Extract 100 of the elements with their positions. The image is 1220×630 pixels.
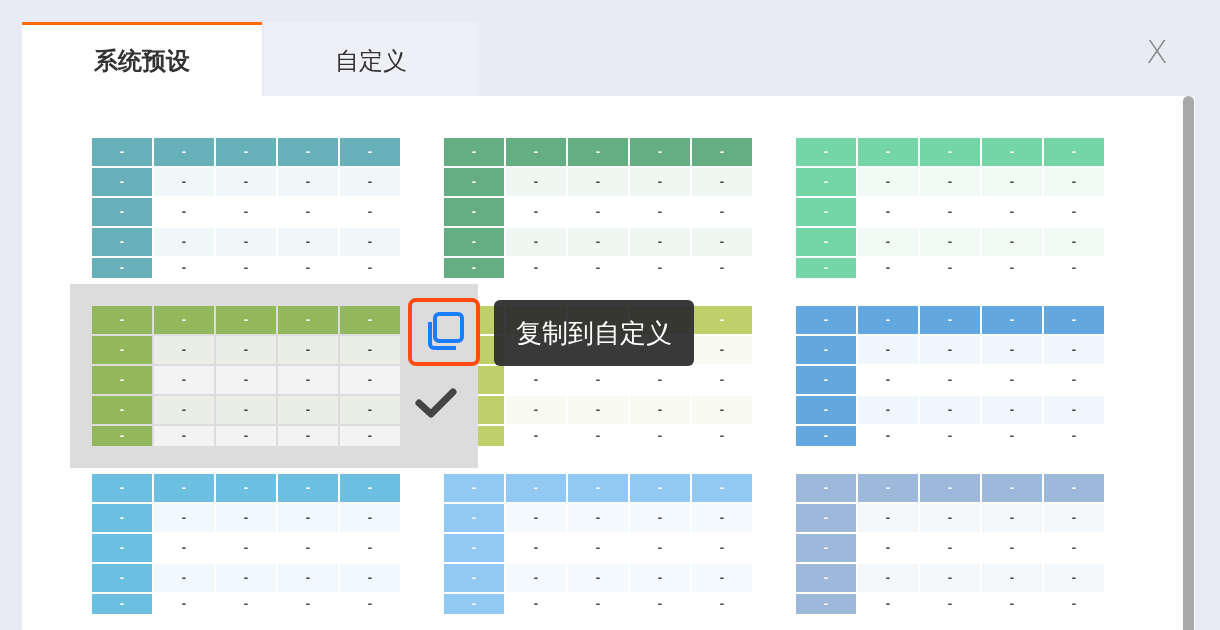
header-cell: -	[858, 138, 918, 166]
table-cell: -	[216, 168, 276, 196]
table-cell: -	[278, 564, 338, 592]
table-cell: -	[216, 366, 276, 394]
header-cell: -	[340, 306, 400, 334]
header-cell: -	[444, 564, 504, 592]
header-cell: -	[858, 474, 918, 502]
header-cell: -	[154, 474, 214, 502]
table-cell: -	[630, 228, 690, 256]
header-cell: -	[796, 198, 856, 226]
tab[interactable]: 系统预设	[22, 22, 262, 96]
table-cell: -	[340, 426, 400, 446]
header-cell: -	[444, 504, 504, 532]
header-cell: -	[796, 594, 856, 614]
header-cell: -	[92, 564, 152, 592]
preset-table[interactable]: - - - - - - - - - - - - - - - - - - - - - - - - -	[796, 138, 1104, 278]
table-cell: -	[630, 564, 690, 592]
table-cell: -	[216, 228, 276, 256]
table-cell: -	[506, 504, 566, 532]
header-cell: -	[796, 336, 856, 364]
table-cell: -	[1044, 396, 1104, 424]
header-cell: -	[858, 306, 918, 334]
header-cell: -	[982, 474, 1042, 502]
table-cell: -	[340, 504, 400, 532]
table-cell: -	[568, 564, 628, 592]
header-cell: -	[796, 138, 856, 166]
table-cell: -	[506, 228, 566, 256]
header-cell: -	[692, 306, 752, 334]
header-cell: -	[444, 198, 504, 226]
header-cell: -	[796, 426, 856, 446]
header-cell: -	[92, 396, 152, 424]
table-cell: -	[154, 336, 214, 364]
table-cell: -	[568, 396, 628, 424]
check-icon[interactable]	[414, 386, 458, 420]
header-cell: -	[1044, 474, 1104, 502]
header-cell: -	[92, 258, 152, 278]
table-cell: -	[1044, 228, 1104, 256]
table-cell: -	[216, 564, 276, 592]
header-cell: -	[92, 306, 152, 334]
table-cell: -	[920, 228, 980, 256]
table-cell: -	[630, 168, 690, 196]
preset-table[interactable]: - - - - - - - - - - - - - - - - - - - - - - - - -	[92, 474, 400, 614]
header-cell: -	[568, 474, 628, 502]
header-cell: -	[568, 138, 628, 166]
table-cell: -	[920, 336, 980, 364]
header-cell: -	[444, 168, 504, 196]
table-cell: -	[154, 396, 214, 424]
header-cell: -	[982, 138, 1042, 166]
table-cell: -	[278, 336, 338, 364]
table-cell: -	[692, 168, 752, 196]
table-cell: -	[982, 504, 1042, 532]
header-cell: -	[692, 474, 752, 502]
header-cell: -	[506, 138, 566, 166]
header-cell: -	[630, 474, 690, 502]
table-cell: -	[630, 396, 690, 424]
header-cell: -	[92, 138, 152, 166]
preset-table[interactable]: - - - - - - - - - - - - - - - - - - - - - - - - -	[92, 306, 400, 446]
header-cell: -	[796, 564, 856, 592]
scrollbar-thumb[interactable]	[1183, 96, 1194, 630]
header-cell: -	[796, 474, 856, 502]
tab[interactable]: 自定义	[264, 22, 478, 96]
table-cell: -	[692, 336, 752, 364]
table-cell: -	[216, 396, 276, 424]
table-cell: -	[858, 504, 918, 532]
copy-button[interactable]	[408, 298, 480, 366]
preset-table[interactable]: - - - - - - - - - - - - - - - - - - - - - - - - -	[92, 138, 400, 278]
table-cell: -	[692, 504, 752, 532]
header-cell: -	[982, 306, 1042, 334]
table-cell: -	[630, 504, 690, 532]
header-cell: -	[154, 306, 214, 334]
header-cell: -	[92, 168, 152, 196]
table-cell: -	[278, 168, 338, 196]
table-cell: -	[154, 366, 214, 394]
header-cell: -	[920, 306, 980, 334]
header-cell: -	[444, 258, 504, 278]
table-cell: -	[920, 504, 980, 532]
table-cell: -	[278, 396, 338, 424]
header-cell: -	[92, 534, 152, 562]
table-cell: -	[154, 564, 214, 592]
preset-table[interactable]: - - - - - - - - - - - - - - - - - - - - - - - - -	[796, 474, 1104, 614]
header-cell: -	[92, 426, 152, 446]
header-cell: -	[796, 396, 856, 424]
header-cell: -	[506, 474, 566, 502]
table-cell: -	[920, 564, 980, 592]
table-cell: -	[340, 366, 400, 394]
header-cell: -	[1044, 306, 1104, 334]
table-cell: -	[278, 228, 338, 256]
table-cell: -	[568, 504, 628, 532]
table-cell: -	[506, 168, 566, 196]
header-cell: -	[92, 366, 152, 394]
preset-table[interactable]: - - - - - - - - - - - - - - - - - - - - - - - - -	[444, 138, 752, 278]
table-cell: -	[340, 336, 400, 364]
table-cell: -	[568, 228, 628, 256]
tooltip: 复制到自定义	[494, 300, 694, 366]
preset-table[interactable]: - - - - - - - - - - - - - - - - - - - - - - - - -	[796, 306, 1104, 446]
header-cell: -	[920, 474, 980, 502]
preset-table[interactable]: - - - - - - - - - - - - - - - - - - - - - - - - -	[444, 474, 752, 614]
header-cell: -	[796, 366, 856, 394]
table-cell: -	[982, 564, 1042, 592]
header-cell: -	[796, 504, 856, 532]
